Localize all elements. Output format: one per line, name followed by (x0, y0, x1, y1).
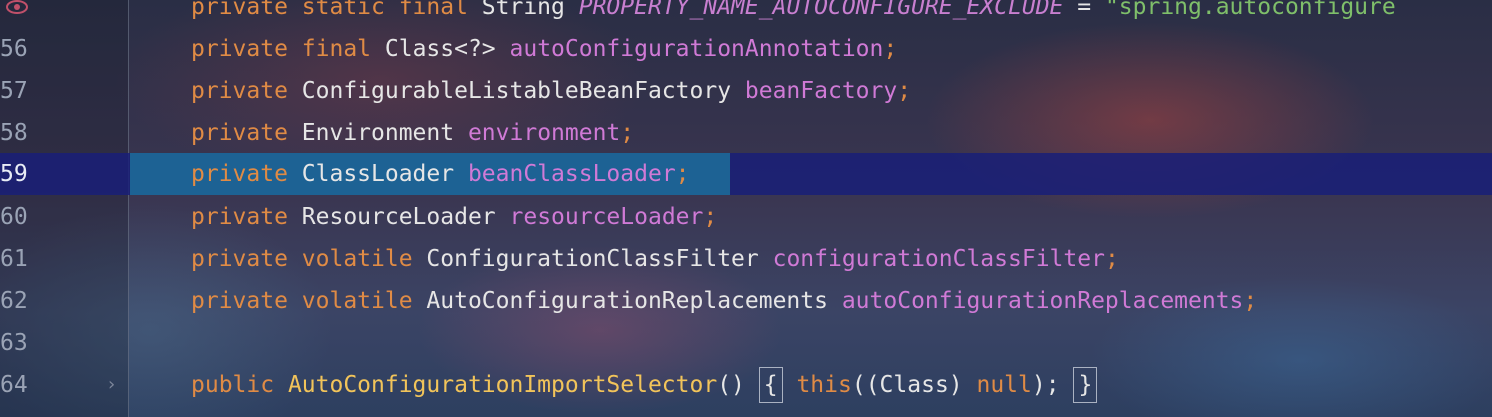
code-line[interactable]: 58 private Environment environment; (0, 112, 1492, 154)
semicolon: ; (897, 78, 912, 104)
type-name: ResourceLoader (301, 204, 510, 230)
line-number: 60 (0, 204, 28, 230)
keyword: private volatile (191, 288, 427, 314)
field-name: beanClassLoader (467, 161, 676, 187)
code-line[interactable]: 61 private volatile ConfigurationClassFi… (0, 238, 1492, 280)
field-name: configurationClassFilter (772, 246, 1105, 272)
code-text: private final Class<?> autoConfiguration… (191, 28, 897, 70)
operator: = (1063, 0, 1105, 20)
keyword: private (191, 78, 302, 104)
type-name: ClassLoader (301, 161, 468, 187)
line-number: 61 (0, 246, 28, 272)
open-brace[interactable]: { (758, 367, 783, 403)
keyword: private volatile (191, 246, 427, 272)
keyword: public (191, 372, 288, 398)
type-name: AutoConfigurationReplacements (426, 288, 842, 314)
code-editor[interactable]: private static final String PROPERTY_NAM… (0, 0, 1492, 417)
keyword: this (782, 372, 852, 398)
close-brace[interactable]: } (1073, 367, 1098, 403)
keyword: private static final (191, 0, 482, 20)
cast-expression: ((Class) (851, 372, 977, 398)
semicolon: ; (1104, 246, 1119, 272)
keyword: private (191, 204, 302, 230)
code-text: private volatile AutoConfigurationReplac… (191, 280, 1257, 322)
parentheses: () (717, 372, 759, 398)
type-name: ConfigurationClassFilter (426, 246, 773, 272)
line-number: 59 (0, 161, 28, 187)
line-number: 56 (0, 36, 28, 62)
code-line[interactable]: 64 › public AutoConfigurationImportSelec… (0, 364, 1492, 406)
code-text: private static final String PROPERTY_NAM… (191, 0, 1396, 28)
semicolon: ; (675, 161, 690, 187)
fold-chevron-right-icon[interactable]: › (106, 364, 117, 406)
field-name: autoConfigurationAnnotation (509, 36, 884, 62)
keyword: private (191, 120, 302, 146)
field-name: beanFactory (744, 78, 898, 104)
semicolon: ; (620, 120, 635, 146)
field-name: autoConfigurationReplacements (841, 288, 1244, 314)
code-text: public AutoConfigurationImportSelector()… (191, 364, 1098, 406)
keyword: private final (191, 36, 385, 62)
code-line[interactable]: private static final String PROPERTY_NAM… (0, 0, 1492, 28)
line-number: 57 (0, 78, 28, 104)
code-text: private ClassLoader beanClassLoader; (191, 153, 690, 195)
string-literal: "spring.autoconfigure (1104, 0, 1396, 20)
type-name: String (481, 0, 579, 20)
code-text: private ResourceLoader resourceLoader; (191, 196, 717, 238)
current-code-line[interactable]: 59 private ClassLoader beanClassLoader; (0, 153, 1492, 195)
keyword: private (191, 161, 302, 187)
line-number: 62 (0, 288, 28, 314)
type-name: Class<?> (384, 36, 510, 62)
semicolon: ; (703, 204, 718, 230)
code-line[interactable]: 60 private ResourceLoader resourceLoader… (0, 196, 1492, 238)
close-paren-semicolon: ); (1031, 372, 1060, 398)
code-text: private Environment environment; (191, 112, 634, 154)
line-number: 58 (0, 120, 28, 146)
code-line[interactable]: 62 private volatile AutoConfigurationRep… (0, 280, 1492, 322)
keyword: null (976, 372, 1032, 398)
line-number: 64 (0, 372, 28, 398)
code-line[interactable]: 56 private final Class<?> autoConfigurat… (0, 28, 1492, 70)
semicolon: ; (1243, 288, 1258, 314)
line-number: 63 (0, 330, 28, 356)
field-name: resourceLoader (509, 204, 704, 230)
code-text: private volatile ConfigurationClassFilte… (191, 238, 1119, 280)
eye-icon[interactable] (6, 0, 28, 16)
constant-name: PROPERTY_NAME_AUTOCONFIGURE_EXCLUDE (578, 0, 1064, 20)
code-text: private ConfigurableListableBeanFactory … (191, 70, 911, 112)
semicolon: ; (883, 36, 898, 62)
code-line[interactable]: 57 private ConfigurableListableBeanFacto… (0, 70, 1492, 112)
method-name: AutoConfigurationImportSelector (287, 372, 718, 398)
code-line[interactable]: 63 (0, 322, 1492, 364)
field-name: environment (467, 120, 621, 146)
type-name: Environment (301, 120, 468, 146)
type-name: ConfigurableListableBeanFactory (301, 78, 745, 104)
